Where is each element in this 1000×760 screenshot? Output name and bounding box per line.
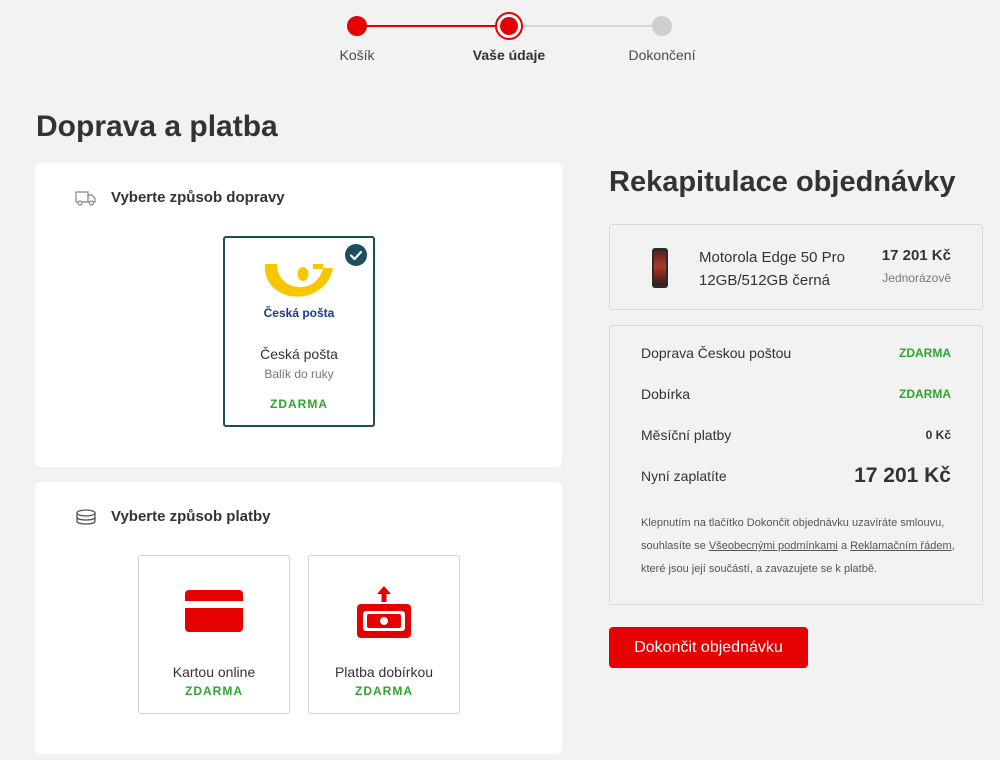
summary-row-total: Nyní zaplatíte 17 201 Kč <box>641 464 951 488</box>
shipping-option-name: Česká pošta <box>260 346 338 362</box>
total-label: Nyní zaplatíte <box>641 468 727 484</box>
summary-row-value: ZDARMA <box>899 387 951 401</box>
coins-icon <box>75 508 97 525</box>
summary-row-monthly: Měsíční platby 0 Kč <box>641 427 951 443</box>
shipping-heading-label: Vyberte způsob dopravy <box>111 189 285 206</box>
payment-heading-label: Vyberte způsob platby <box>111 508 271 525</box>
payment-heading: Vyberte způsob platby <box>75 508 270 525</box>
step-dot-details <box>495 12 523 40</box>
step-label-finish: Dokončení <box>628 47 696 63</box>
summary-row-value: 0 Kč <box>925 428 951 442</box>
payment-option-card-name: Kartou online <box>172 664 256 680</box>
legal-text-part: a <box>837 540 851 552</box>
payment-option-cod-name: Platba dobírkou <box>334 664 434 680</box>
recap-title: Rekapitulace objednávky <box>609 166 956 198</box>
recap-summary-panel: Doprava Českou poštou ZDARMA Dobírka ZDA… <box>609 325 983 605</box>
cash-on-delivery-icon <box>355 584 413 645</box>
shipping-heading: Vyberte způsob dopravy <box>75 189 285 206</box>
terms-link[interactable]: Všeobecnými podmínkami <box>709 540 838 552</box>
step-dot-cart[interactable] <box>347 16 367 36</box>
shipping-option-sub: Balík do ruky <box>264 367 334 381</box>
summary-row-label: Měsíční platby <box>641 427 732 443</box>
step-label-details: Vaše údaje <box>472 47 546 63</box>
summary-row-value: ZDARMA <box>899 346 951 360</box>
ceska-posta-brand-text: Česká pošta <box>263 306 335 320</box>
legal-text: Klepnutím na tlačítko Dokončit objednávk… <box>641 512 957 581</box>
complaints-link[interactable]: Reklamačním řádem <box>850 540 951 552</box>
product-name: Motorola Edge 50 Pro 12GB/512GB černá <box>699 249 845 289</box>
product-price: 17 201 Kč <box>881 247 951 264</box>
page-title: Doprava a platba <box>36 110 278 143</box>
payment-option-card-price: ZDARMA <box>185 684 243 698</box>
payment-option-card[interactable]: Kartou online ZDARMA <box>138 555 290 714</box>
finish-order-button[interactable]: Dokončit objednávku <box>609 627 808 668</box>
step-label-cart[interactable]: Košík <box>339 47 374 63</box>
truck-icon <box>75 190 97 206</box>
ceska-posta-logo <box>261 260 337 304</box>
shipping-option-price: ZDARMA <box>270 397 328 411</box>
check-icon <box>345 244 367 266</box>
shipping-option-ceska-posta[interactable]: Česká pošta Česká pošta Balík do ruky ZD… <box>223 236 375 427</box>
product-thumbnail <box>652 248 668 288</box>
shipping-section: Vyberte způsob dopravy Česká pošta Česká… <box>35 163 562 467</box>
summary-row-label: Doprava Českou poštou <box>641 345 792 361</box>
credit-card-icon <box>185 590 243 637</box>
stepper-line-todo <box>509 25 662 27</box>
step-dot-finish <box>652 16 672 36</box>
recap-product-panel: Motorola Edge 50 Pro 12GB/512GB černá 17… <box>609 224 983 310</box>
payment-option-cod[interactable]: Platba dobírkou ZDARMA <box>308 555 460 714</box>
product-price-note: Jednorázově <box>882 271 951 285</box>
total-value: 17 201 Kč <box>854 464 951 487</box>
summary-row-label: Dobírka <box>641 386 691 402</box>
checkout-stepper: Košík Vaše údaje Dokončení <box>0 0 1000 90</box>
payment-section: Vyberte způsob platby Kartou online ZDAR… <box>35 482 562 754</box>
summary-row-cod: Dobírka ZDARMA <box>641 386 951 402</box>
payment-option-cod-price: ZDARMA <box>355 684 413 698</box>
stepper-line-done <box>357 25 509 27</box>
summary-row-shipping: Doprava Českou poštou ZDARMA <box>641 345 951 361</box>
